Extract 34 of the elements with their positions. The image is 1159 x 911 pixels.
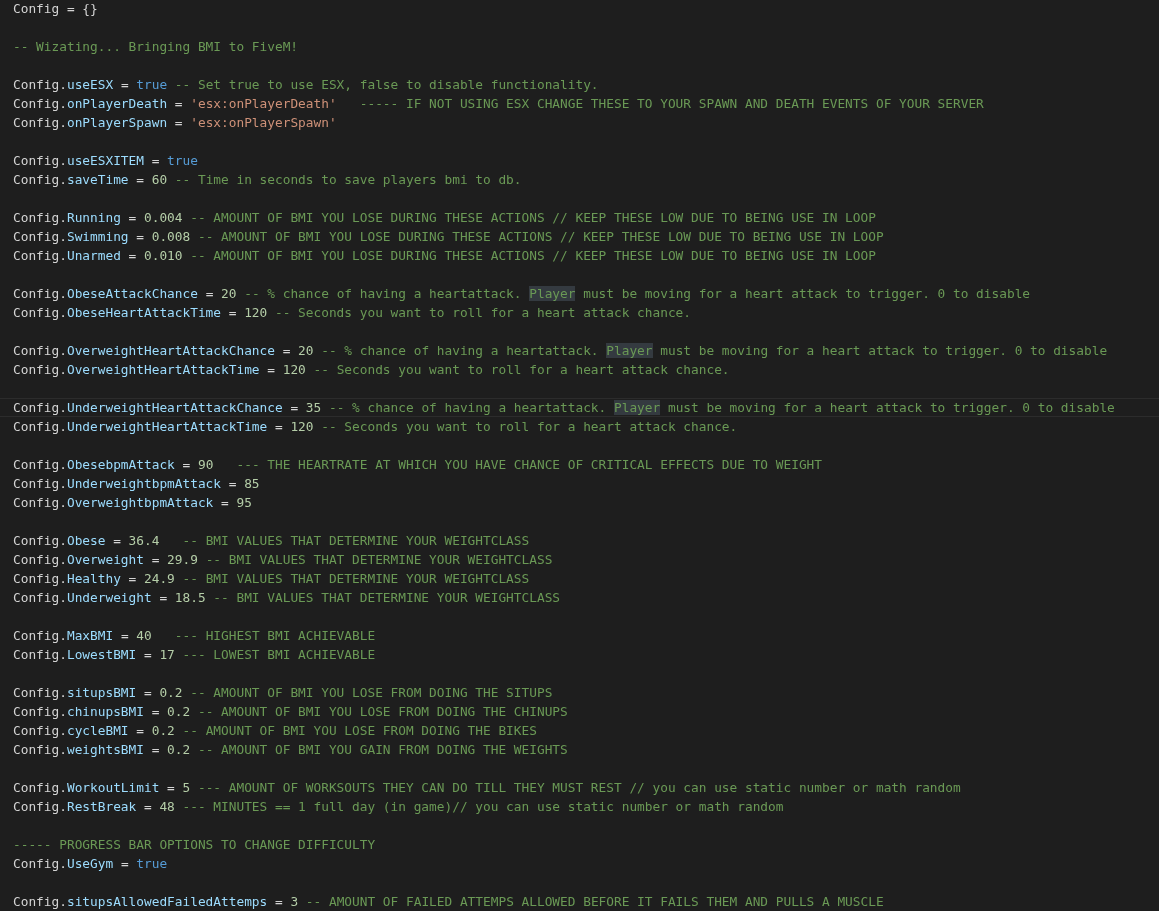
code-line: Config.LowestBMI = 17 --- LOWEST BMI ACHIEVABLE (13, 646, 376, 663)
code-line: Config.WorkoutLimit = 5 --- AMOUNT OF WORKSOUTS THEY CAN DO TILL THEY MUST REST // you can use static number or math random (13, 779, 961, 796)
code-comment: -- Wizating... Bringing BMI to FiveM! (13, 38, 299, 55)
code-line: Config.Healthy = 24.9 -- BMI VALUES THAT DETERMINE YOUR WEIGHTCLASS (13, 570, 530, 587)
code-line: Config.UnderweightHeartAttackChance = 35 -- % chance of having a heartattack. Player must be moving for a heart attack to trigger. 0 to disable (13, 399, 1115, 416)
code-line: Config.MaxBMI = 40 --- HIGHEST BMI ACHIEVABLE (13, 627, 376, 644)
code-line: Config.OverweightHeartAttackTime = 120 -- Seconds you want to roll for a heart attack chance. (13, 361, 730, 378)
code-line: Config.OverweightHeartAttackChance = 20 -- % chance of having a heartattack. Player must be moving for a heart attack to trigger. 0 to disable (13, 342, 1108, 359)
code-line: Config.UnderweightbpmAttack = 85 (13, 475, 260, 492)
code-line: Config = {} (13, 0, 98, 17)
code-line: Config.situpsAllowedFailedAttemps = 3 -- AMOUNT OF FAILED ATTEMPS ALLOWED BEFORE IT FAILS THEM AND PULLS A MUSCLE (13, 893, 884, 910)
code-line: Config.ObeseAttackChance = 20 -- % chance of having a heartattack. Player must be moving for a heart attack to trigger. 0 to disable (13, 285, 1031, 302)
code-line: Config.situpsBMI = 0.2 -- AMOUNT OF BMI YOU LOSE FROM DOING THE SITUPS (13, 684, 553, 701)
code-line: Config.useESXITEM = true (13, 152, 198, 169)
code-line: Config.UnderweightHeartAttackTime = 120 -- Seconds you want to roll for a heart attack chance. (13, 418, 738, 435)
code-line: Config.Obese = 36.4 -- BMI VALUES THAT DETERMINE YOUR WEIGHTCLASS (13, 532, 530, 549)
code-line: Config.ObeseHeartAttackTime = 120 -- Seconds you want to roll for a heart attack chance. (13, 304, 692, 321)
code-line: Config.Unarmed = 0.010 -- AMOUNT OF BMI YOU LOSE DURING THESE ACTIONS // KEEP THESE LOW DUE TO BEING USE IN LOOP (13, 247, 876, 264)
code-line: Config.weightsBMI = 0.2 -- AMOUNT OF BMI YOU GAIN FROM DOING THE WEIGHTS (13, 741, 568, 758)
code-comment: ----- PROGRESS BAR OPTIONS TO CHANGE DIFFICULTY (13, 836, 376, 853)
code-line: Config.useESX = true -- Set true to use ESX, false to disable functionality. (13, 76, 599, 93)
code-line: Config.Underweight = 18.5 -- BMI VALUES THAT DETERMINE YOUR WEIGHTCLASS (13, 589, 561, 606)
code-line: Config.cycleBMI = 0.2 -- AMOUNT OF BMI YOU LOSE FROM DOING THE BIKES (13, 722, 537, 739)
code-line: Config.Running = 0.004 -- AMOUNT OF BMI YOU LOSE DURING THESE ACTIONS // KEEP THESE LOW DUE TO BEING USE IN LOOP (13, 209, 876, 226)
code-line: Config.onPlayerDeath = 'esx:onPlayerDeath' ----- IF NOT USING ESX CHANGE THESE TO YOUR SPAWN AND DEATH EVENTS OF YOUR SERVER (13, 95, 984, 112)
code-line: Config.onPlayerSpawn = 'esx:onPlayerSpawn' (13, 114, 337, 131)
code-line: Config.Overweight = 29.9 -- BMI VALUES THAT DETERMINE YOUR WEIGHTCLASS (13, 551, 553, 568)
code-line: Config.ObesebpmAttack = 90 --- THE HEARTRATE AT WHICH YOU HAVE CHANCE OF CRITICAL EFFECTS DUE TO WEIGHT (13, 456, 822, 473)
code-line: Config.OverweightbpmAttack = 95 (13, 494, 252, 511)
code-line: Config.saveTime = 60 -- Time in seconds to save players bmi to db. (13, 171, 522, 188)
code-line: Config.RestBreak = 48 --- MINUTES == 1 full day (in game)// you can use static number or math random (13, 798, 784, 815)
code-line: Config.Swimming = 0.008 -- AMOUNT OF BMI YOU LOSE DURING THESE ACTIONS // KEEP THESE LOW DUE TO BEING USE IN LOOP (13, 228, 884, 245)
code-line: Config.UseGym = true (13, 855, 168, 872)
code-line: Config.chinupsBMI = 0.2 -- AMOUNT OF BMI YOU LOSE FROM DOING THE CHINUPS (13, 703, 568, 720)
